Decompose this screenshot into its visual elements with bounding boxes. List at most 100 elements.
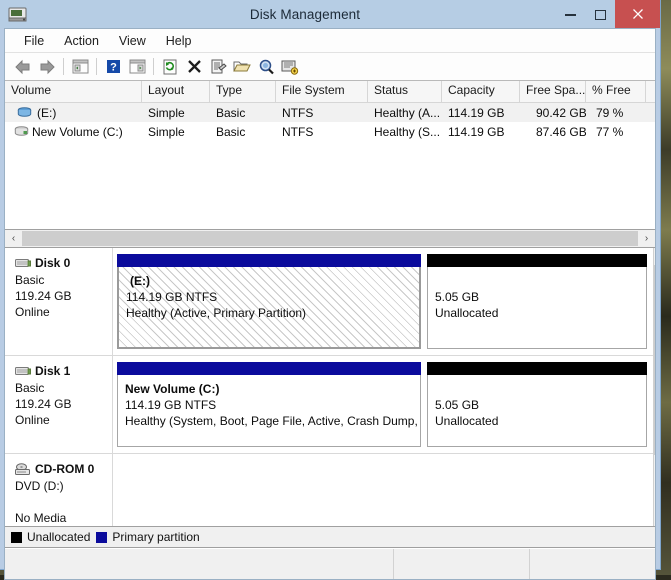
disk-pane-vertical-scrollbar[interactable]: ˄ ˅ [653, 248, 655, 526]
type-cell: Basic [210, 106, 276, 120]
volume-cell: New Volume (C:) [5, 125, 142, 139]
disk-row-0[interactable]: Disk 0 Basic 119.24 GB Online (E:) 114.1… [5, 248, 653, 356]
partition-size-fs: 5.05 GB [435, 289, 646, 305]
partition-color-bar [117, 362, 421, 375]
vertical-scroll-thumb[interactable] [654, 265, 655, 455]
menu-file[interactable]: File [15, 32, 53, 50]
show-tree-icon[interactable] [68, 56, 92, 78]
cdrom-icon [15, 463, 31, 476]
column-header-file-system[interactable]: File System [276, 81, 368, 102]
disk-partitions-0: (E:) 114.19 GB NTFS Healthy (Active, Pri… [113, 248, 653, 355]
disk-type: Basic [15, 272, 112, 288]
menu-help[interactable]: Help [157, 32, 201, 50]
disk-info-1[interactable]: Disk 1 Basic 119.24 GB Online [5, 356, 113, 453]
partition-size-fs: 114.19 GB NTFS [125, 397, 420, 413]
column-header-volume[interactable]: Volume [5, 81, 142, 102]
show-action-pane-icon[interactable] [125, 56, 149, 78]
column-header-status[interactable]: Status [368, 81, 442, 102]
create-vhd-icon[interactable] [278, 56, 302, 78]
maximize-icon [595, 10, 606, 20]
disk-row-1[interactable]: Disk 1 Basic 119.24 GB Online New Volume… [5, 356, 653, 454]
legend-swatch-unallocated-icon [11, 532, 22, 543]
open-icon[interactable] [230, 56, 254, 78]
volume-drive-icon-blue [17, 107, 32, 118]
partition-unallocated-0[interactable]: 5.05 GB Unallocated [427, 254, 647, 349]
disk-type: DVD (D:) [15, 478, 112, 494]
hard-disk-icon [15, 258, 31, 269]
status-bar [5, 548, 655, 579]
maximize-button[interactable] [585, 4, 615, 26]
disk-management-window: Disk Management File Action View Help [0, 0, 661, 570]
disk-size: 119.24 GB [15, 396, 112, 412]
disk-partitions-1: New Volume (C:) 114.19 GB NTFS Healthy (… [113, 356, 653, 453]
legend-label: Primary partition [112, 530, 199, 544]
window-client-area: File Action View Help [4, 28, 656, 580]
percent-free-cell: 77 % [586, 125, 646, 139]
type-cell: Basic [210, 125, 276, 139]
menu-bar: File Action View Help [5, 29, 655, 53]
partition-c[interactable]: New Volume (C:) 114.19 GB NTFS Healthy (… [117, 362, 421, 447]
capacity-cell: 114.19 GB [442, 106, 520, 120]
partition-unallocated-1[interactable]: 5.05 GB Unallocated [427, 362, 647, 447]
rescan-disks-icon[interactable] [254, 56, 278, 78]
volume-name: New Volume (C:) [32, 125, 123, 139]
horizontal-scroll-thumb[interactable] [22, 231, 638, 246]
volume-name: (E:) [37, 106, 56, 120]
partition-status: Healthy (Active, Primary Partition) [126, 305, 419, 321]
disk-state: No Media [15, 510, 112, 526]
legend: Unallocated Primary partition [5, 527, 655, 548]
partition-e[interactable]: (E:) 114.19 GB NTFS Healthy (Active, Pri… [117, 254, 421, 349]
toolbar-separator [96, 58, 97, 75]
disk-size-spacer [15, 494, 112, 510]
scroll-down-arrow-icon[interactable]: ˅ [654, 509, 655, 526]
vertical-scroll-track[interactable] [654, 265, 655, 509]
menu-view[interactable]: View [110, 32, 155, 50]
scroll-up-arrow-icon[interactable]: ˄ [654, 248, 655, 265]
title-bar: Disk Management [0, 0, 660, 28]
partition-details: (E:) 114.19 GB NTFS Healthy (Active, Pri… [117, 267, 421, 349]
help-icon[interactable]: ? [101, 56, 125, 78]
table-row[interactable]: New Volume (C:) Simple Basic NTFS Health… [5, 122, 655, 141]
minimize-icon [565, 14, 576, 16]
volume-drive-icon-gray [14, 126, 29, 137]
column-header-capacity[interactable]: Capacity [442, 81, 520, 102]
disk-rows: Disk 0 Basic 119.24 GB Online (E:) 114.1… [5, 248, 653, 526]
table-row[interactable]: (E:) Simple Basic NTFS Healthy (A... 114… [5, 103, 655, 122]
volume-list-rows: (E:) Simple Basic NTFS Healthy (A... 114… [5, 103, 655, 229]
scroll-right-arrow-icon[interactable]: › [638, 230, 655, 247]
partition-details: 5.05 GB Unallocated [427, 267, 647, 349]
volume-list-horizontal-scrollbar[interactable]: ‹ › [5, 230, 655, 248]
disk-row-cdrom[interactable]: CD-ROM 0 DVD (D:) No Media [5, 454, 653, 526]
volume-cell: (E:) [5, 106, 142, 120]
back-icon[interactable] [11, 56, 35, 78]
column-header-layout[interactable]: Layout [142, 81, 210, 102]
layout-cell: Simple [142, 125, 210, 139]
refresh-icon[interactable] [158, 56, 182, 78]
legend-label: Unallocated [27, 530, 90, 544]
column-header-percent-free[interactable]: % Free [586, 81, 646, 102]
minimize-button[interactable] [555, 4, 585, 26]
status-cell: Healthy (A... [368, 106, 442, 120]
scroll-left-arrow-icon[interactable]: ‹ [5, 230, 22, 247]
toolbar-separator [153, 58, 154, 75]
disk-graphic-pane: Disk 0 Basic 119.24 GB Online (E:) 114.1… [5, 248, 655, 527]
horizontal-scroll-track[interactable] [22, 231, 638, 246]
column-header-type[interactable]: Type [210, 81, 276, 102]
legend-item-unallocated: Unallocated [11, 530, 90, 544]
disk-name: Disk 1 [35, 363, 70, 379]
disk-partitions-cdrom [113, 454, 653, 526]
forward-icon[interactable] [35, 56, 59, 78]
close-button[interactable] [615, 0, 660, 28]
disk-name: Disk 0 [35, 255, 70, 271]
partition-status: Unallocated [435, 413, 646, 429]
toolbar-separator [63, 58, 64, 75]
percent-free-cell: 79 % [586, 106, 646, 120]
disk-info-0[interactable]: Disk 0 Basic 119.24 GB Online [5, 248, 113, 355]
properties-icon[interactable] [206, 56, 230, 78]
partition-size-fs: 114.19 GB NTFS [126, 289, 419, 305]
column-header-free-space[interactable]: Free Spa... [520, 81, 586, 102]
delete-icon[interactable] [182, 56, 206, 78]
legend-swatch-primary-icon [96, 532, 107, 543]
menu-action[interactable]: Action [55, 32, 108, 50]
disk-info-cdrom[interactable]: CD-ROM 0 DVD (D:) No Media [5, 454, 113, 526]
